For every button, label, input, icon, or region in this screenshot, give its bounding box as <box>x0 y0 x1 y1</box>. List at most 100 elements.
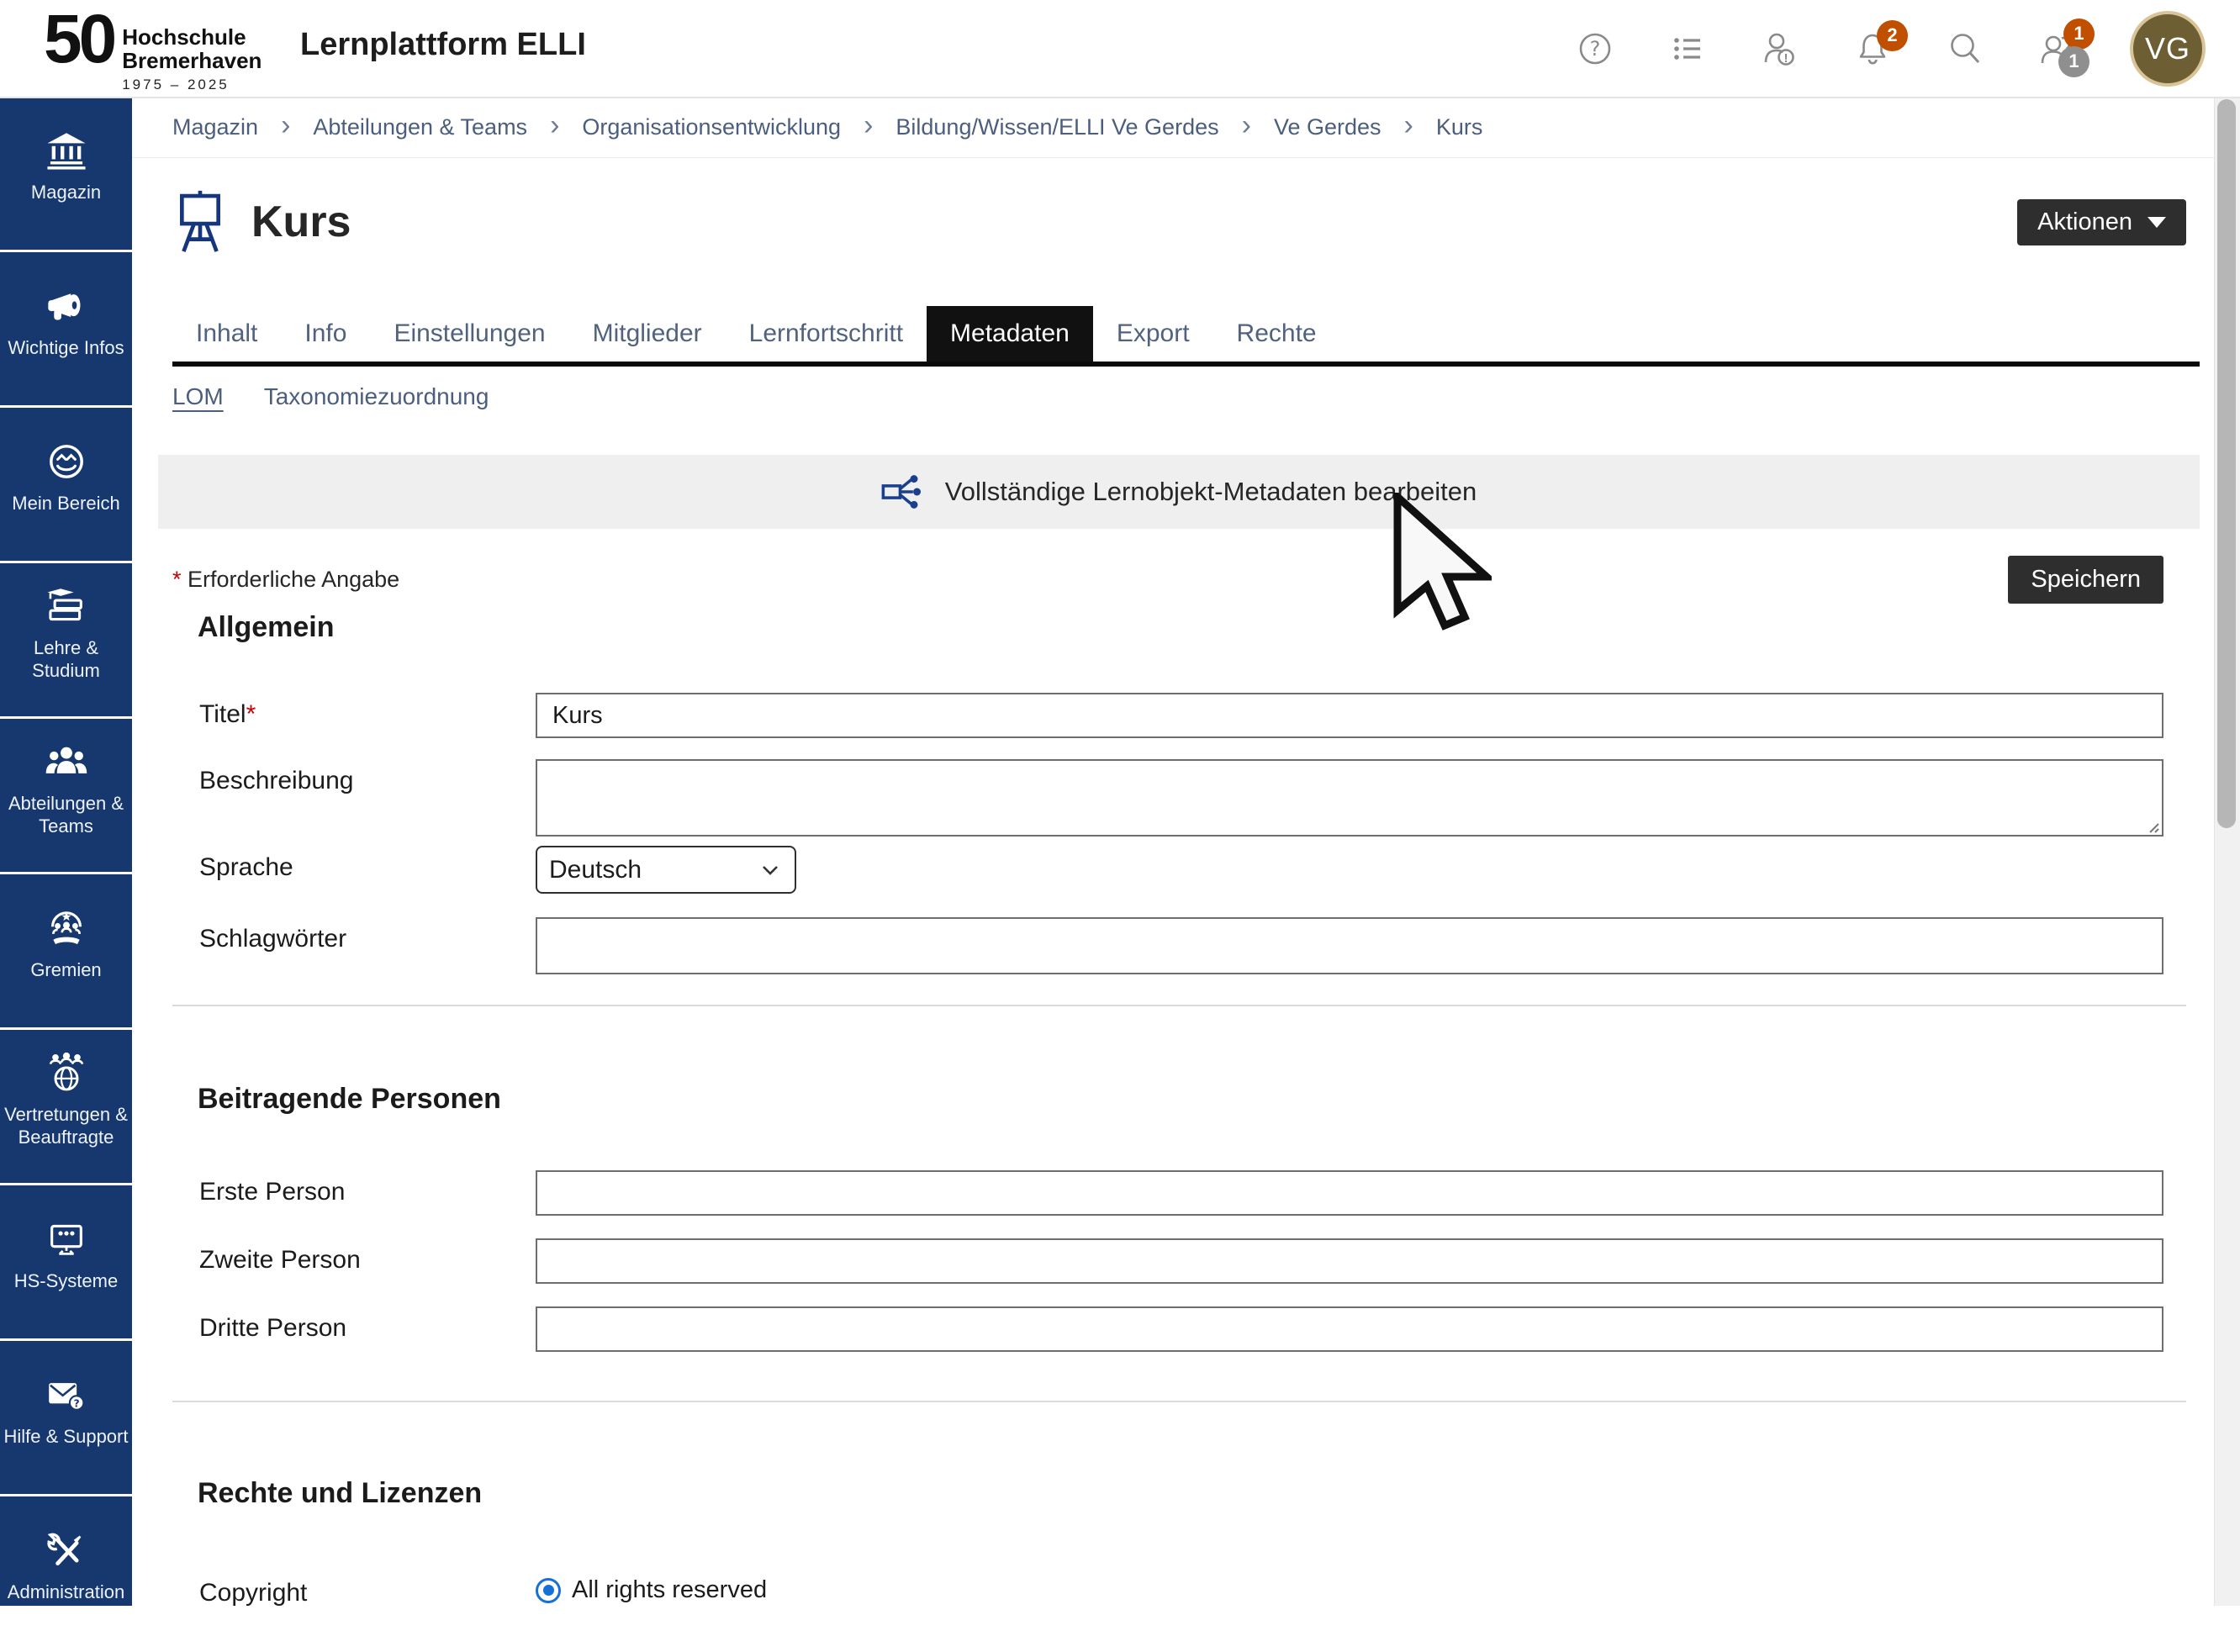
section-divider <box>172 1005 2186 1006</box>
schlagwoerter-input[interactable] <box>536 917 2163 974</box>
app-title: Lernplattform ELLI <box>300 27 586 63</box>
field-row-schlagwoerter: Schlagwörter <box>199 917 2163 974</box>
logo-50: 50 <box>44 7 114 72</box>
committee-icon <box>43 906 90 950</box>
help-icon: ? <box>1575 29 1615 69</box>
field-row-beschreibung: Beschreibung <box>199 759 2163 841</box>
subtab-lom[interactable]: LOM <box>172 383 224 410</box>
search-icon <box>1945 29 1985 69</box>
save-button[interactable]: Speichern <box>2008 556 2163 604</box>
notifications-button[interactable]: 2 <box>1852 29 1893 69</box>
actions-button[interactable]: Aktionen <box>2017 199 2186 245</box>
svg-text:?: ? <box>73 1397 79 1409</box>
sidebar-item-hs-systeme[interactable]: HS-Systeme <box>0 1185 132 1341</box>
sprache-label: Sprache <box>199 846 536 894</box>
search-button[interactable] <box>1945 29 1985 69</box>
required-hint: * Erforderliche Angabe <box>172 567 399 593</box>
top-header: 50 Hochschule Bremerhaven 1975 – 2025 Le… <box>0 0 2240 98</box>
tab-mitglieder[interactable]: Mitglieder <box>569 306 726 362</box>
contacts-subbadge: 1 <box>2058 46 2089 77</box>
beschreibung-textarea[interactable] <box>536 759 2163 837</box>
section-title-rechte: Rechte und Lizenzen <box>198 1478 2215 1509</box>
dritte-person-input[interactable] <box>536 1306 2163 1352</box>
breadcrumb-item[interactable]: Abteilungen & Teams <box>313 114 527 140</box>
field-row-erste-person: Erste Person <box>199 1170 2163 1216</box>
language-select[interactable]: Deutsch <box>536 846 796 894</box>
sidebar-item-label: Hilfe & Support <box>4 1426 129 1449</box>
page-title: Kurs <box>251 200 351 244</box>
tab-rechte[interactable]: Rechte <box>1213 306 1340 362</box>
logo-name-line1: Hochschule <box>122 25 262 49</box>
sidebar-item-abteilungen-teams[interactable]: Abteilungen & Teams <box>0 719 132 874</box>
page-title-row: Kurs Aktionen <box>132 158 2215 256</box>
subtab-taxonomiezuordnung[interactable]: Taxonomiezuordnung <box>264 383 489 410</box>
monitor-icon <box>43 1217 90 1261</box>
notifications-badge: 2 <box>1877 20 1908 51</box>
breadcrumb-separator: › <box>281 109 290 142</box>
erste-person-input[interactable] <box>536 1170 2163 1216</box>
sidebar-item-lehre-studium[interactable]: Lehre & Studium <box>0 563 132 719</box>
copyright-radio[interactable] <box>536 1578 561 1603</box>
field-row-titel: Titel* <box>199 693 2163 738</box>
pending-users-button[interactable]: ! <box>1760 29 1800 69</box>
tab-export[interactable]: Export <box>1093 306 1213 362</box>
titel-label: Titel* <box>199 693 536 738</box>
help-button[interactable]: ? <box>1575 29 1615 69</box>
sidebar-item-vertretungen[interactable]: Vertretungen & Beauftragte <box>0 1030 132 1185</box>
edit-full-metadata-banner[interactable]: Vollständige Lernobjekt-Metadaten bearbe… <box>158 455 2200 529</box>
sidebar-item-label: Wichtige Infos <box>8 337 124 360</box>
sidebar-item-magazin[interactable]: Magazin <box>0 97 132 252</box>
user-avatar[interactable]: VG <box>2130 11 2206 87</box>
breadcrumb-separator: › <box>864 109 873 142</box>
titel-input[interactable] <box>536 693 2163 738</box>
tab-inhalt[interactable]: Inhalt <box>172 306 281 362</box>
mail-question-icon: ? <box>43 1373 90 1417</box>
sidebar-item-administration[interactable]: Administration <box>0 1496 132 1652</box>
sidebar-item-label: Abteilungen & Teams <box>3 793 129 838</box>
resize-handle[interactable] <box>2146 820 2159 833</box>
breadcrumb-item[interactable]: Organisationsentwicklung <box>582 114 841 140</box>
contacts-button[interactable]: 1 1 <box>2037 29 2078 69</box>
dritte-person-label: Dritte Person <box>199 1306 536 1352</box>
svg-text:?: ? <box>1590 37 1601 61</box>
chevron-down-icon <box>761 864 779 876</box>
section-title-allgemein: Allgemein <box>198 612 2215 643</box>
breadcrumb-item[interactable]: Bildung/Wissen/ELLI Ve Gerdes <box>895 114 1218 140</box>
sidebar-item-mein-bereich[interactable]: Mein Bereich <box>0 408 132 563</box>
tab-einstellungen[interactable]: Einstellungen <box>370 306 568 362</box>
sidebar-item-hilfe-support[interactable]: ? Hilfe & Support <box>0 1341 132 1496</box>
sidebar-item-wichtige-infos[interactable]: Wichtige Infos <box>0 252 132 408</box>
people-group-icon <box>43 740 90 784</box>
erste-person-label: Erste Person <box>199 1170 536 1216</box>
main-content: Magazin › Abteilungen & Teams › Organisa… <box>132 97 2215 1606</box>
user-pending-icon: ! <box>1760 29 1800 69</box>
svg-text:!: ! <box>1784 51 1788 66</box>
tab-lernfortschritt[interactable]: Lernfortschritt <box>726 306 927 362</box>
schlagwoerter-label: Schlagwörter <box>199 917 536 974</box>
tab-info[interactable]: Info <box>281 306 370 362</box>
breadcrumb-item[interactable]: Kurs <box>1436 114 1483 140</box>
todo-list-button[interactable] <box>1667 29 1708 69</box>
vertical-scrollbar[interactable] <box>2214 97 2240 1606</box>
sidebar-item-label: Administration <box>8 1581 124 1604</box>
chevron-down-icon <box>2148 217 2166 228</box>
form-header: * Erforderliche Angabe Speichern <box>172 556 2163 604</box>
field-row-dritte-person: Dritte Person <box>199 1306 2163 1352</box>
breadcrumb-separator: › <box>1404 109 1413 142</box>
breadcrumb-item[interactable]: Ve Gerdes <box>1274 114 1382 140</box>
sidebar-item-gremien[interactable]: Gremien <box>0 874 132 1030</box>
sidebar-item-label: HS-Systeme <box>14 1270 118 1293</box>
zweite-person-label: Zweite Person <box>199 1238 536 1284</box>
tools-icon <box>43 1528 90 1572</box>
sidebar-item-label: Lehre & Studium <box>3 637 129 683</box>
scrollbar-thumb[interactable] <box>2217 99 2236 828</box>
metadata-hub-icon <box>881 472 925 512</box>
header-actions: ? ! 2 <box>1575 0 2206 97</box>
section-divider <box>172 1401 2186 1402</box>
copyright-option-row: All rights reserved <box>536 1571 2163 1604</box>
tab-metadaten[interactable]: Metadaten <box>927 306 1093 362</box>
breadcrumb-item[interactable]: Magazin <box>172 114 258 140</box>
zweite-person-input[interactable] <box>536 1238 2163 1284</box>
language-select-value: Deutsch <box>549 856 642 884</box>
subtab-bar: LOM Taxonomiezuordnung <box>172 383 2215 410</box>
